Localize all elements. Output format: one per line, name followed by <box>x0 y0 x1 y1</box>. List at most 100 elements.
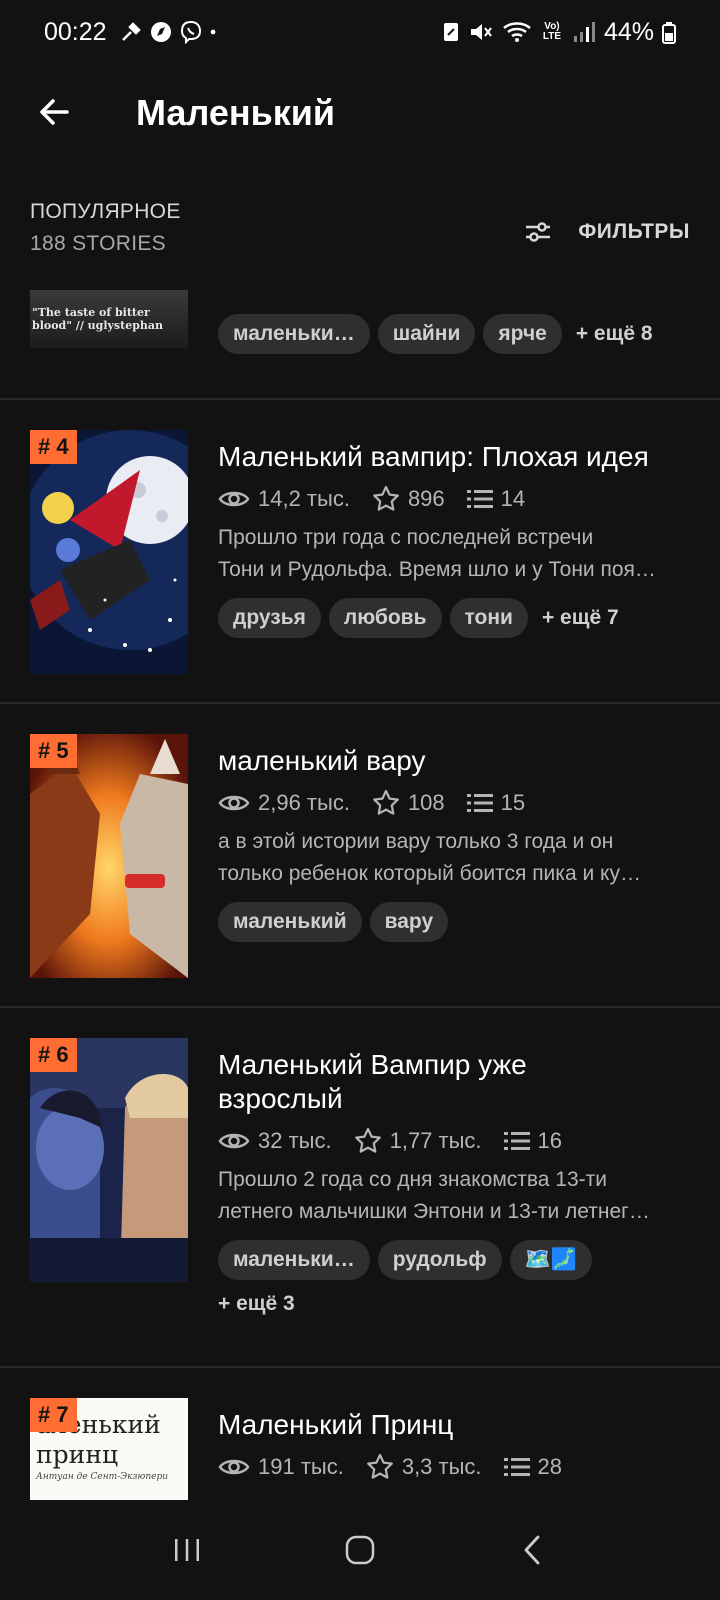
home-button[interactable] <box>330 1520 390 1580</box>
more-tags-link[interactable]: + ещё 3 <box>218 1292 295 1315</box>
eye-icon <box>218 1459 250 1475</box>
more-tags-link[interactable]: + ещё 7 <box>542 606 619 630</box>
eye-icon <box>218 491 250 507</box>
arrow-left-icon <box>40 99 69 125</box>
cover-author: Антуан де Сент-Экзюпери <box>36 1472 169 1482</box>
story-title[interactable]: Маленький Принц <box>218 1408 698 1442</box>
parts-stat: 16 <box>503 1128 563 1154</box>
home-icon <box>345 1535 375 1565</box>
tag[interactable]: тони <box>449 598 528 638</box>
rank-badge: # 4 <box>30 430 77 464</box>
tag[interactable]: ярче <box>483 314 562 354</box>
story-stats: 191 тыс. 3,3 тыс. 28 <box>218 1452 698 1482</box>
story-cover: # 4 <box>30 430 188 674</box>
description-line: Прошло три года с последней встречи <box>218 526 594 549</box>
cover-art <box>30 734 188 978</box>
volte-icon: Vo) LTE <box>542 21 562 42</box>
story-title[interactable]: Маленький Вампир уже взрослый <box>218 1048 618 1116</box>
rank-badge: # 7 <box>30 1398 77 1432</box>
story-cover: аленький принц Антуан де Сент-Экзюпери #… <box>30 1398 188 1500</box>
reads-count: 2,96 тыс. <box>258 790 350 815</box>
votes-stat: 3,3 тыс. <box>366 1453 482 1481</box>
tag[interactable]: любовь <box>328 598 442 638</box>
tag[interactable]: маленьки… <box>218 1240 370 1280</box>
status-right-icons: Vo) LTE 44% <box>442 18 676 47</box>
star-icon <box>354 1127 381 1153</box>
description-line: Тони и Рудольфа. Время шло и у Тони поя… <box>218 558 656 581</box>
star-icon <box>366 1453 393 1479</box>
parts-count: 28 <box>537 1454 563 1479</box>
rank-badge: # 5 <box>30 734 77 768</box>
filters-button[interactable]: ФИЛЬТРЫ <box>524 218 690 246</box>
reads-stat: 32 тыс. <box>218 1128 332 1154</box>
back-icon <box>524 1535 540 1565</box>
story-body: маленький вару 2,96 тыс. 108 15 а в этой… <box>218 744 698 942</box>
signal-icon <box>573 22 595 42</box>
description-line: только ребенок который боится пика и ку… <box>218 862 641 885</box>
rank-badge: # 6 <box>30 1038 77 1072</box>
votes-count: 1,77 тыс. <box>389 1128 482 1153</box>
parts-count: 16 <box>537 1128 563 1153</box>
cover-caption: "The taste of bitter blood" // uglysteph… <box>32 306 164 332</box>
tag[interactable]: вару <box>369 902 449 942</box>
reads-count: 191 тыс. <box>258 1454 344 1479</box>
tag[interactable]: 🗺️🗾 <box>509 1240 592 1280</box>
tag[interactable]: маленьки… <box>218 314 370 354</box>
recent-apps-button[interactable] <box>157 1520 217 1580</box>
story-title[interactable]: маленький вару <box>218 744 698 778</box>
tag-list: маленьки… рудольф 🗺️🗾 <box>218 1240 698 1280</box>
story-item-partial[interactable]: "The taste of bitter blood" // uglysteph… <box>0 290 720 400</box>
tools-icon <box>121 22 141 41</box>
parts-stat: 14 <box>466 486 525 512</box>
status-left-icons <box>119 20 223 44</box>
recent-apps-icon <box>174 1539 199 1561</box>
story-description: а в этой истории вару только 3 года и он… <box>218 826 698 890</box>
reads-stat: 191 тыс. <box>218 1454 344 1480</box>
votes-stat: 896 <box>372 485 445 513</box>
votes-count: 108 <box>407 790 445 815</box>
cover-art <box>30 430 188 674</box>
cover-art <box>30 1038 188 1282</box>
nfc-icon <box>443 23 458 41</box>
compass-icon <box>150 22 171 42</box>
status-bar: 00:22 Vo) LTE 44% <box>0 0 720 64</box>
more-tags-link[interactable]: + ещё 8 <box>576 322 653 346</box>
back-button[interactable] <box>32 90 76 134</box>
list-icon <box>466 794 493 812</box>
tag[interactable]: друзья <box>218 598 321 638</box>
story-description: Прошло три года с последней встречи Тони… <box>218 522 698 586</box>
more-tags-row: + ещё 3 <box>218 1292 698 1316</box>
story-cover: # 5 <box>30 734 188 978</box>
story-item[interactable]: # 5 маленький вару 2,96 тыс. 108 15 а в … <box>0 704 720 1002</box>
story-body: Маленький вампир: Плохая идея 14,2 тыс. … <box>218 440 698 638</box>
story-body: маленьки… шайни ярче + ещё 8 <box>218 314 698 354</box>
stories-list: "The taste of bitter blood" // uglysteph… <box>0 290 720 1500</box>
tag[interactable]: рудольф <box>377 1240 502 1280</box>
tag-list: маленьки… шайни ярче + ещё 8 <box>218 314 698 354</box>
tag-list: друзья любовь тони + ещё 7 <box>218 598 698 638</box>
votes-count: 3,3 тыс. <box>401 1454 482 1479</box>
viber-icon <box>180 20 201 44</box>
filters-label: ФИЛЬТРЫ <box>578 220 690 243</box>
tag[interactable]: шайни <box>377 314 476 354</box>
story-cover: "The taste of bitter blood" // uglysteph… <box>30 290 188 348</box>
list-icon <box>503 1458 530 1476</box>
votes-stat: 108 <box>372 789 445 817</box>
votes-count: 896 <box>407 486 445 511</box>
reads-stat: 2,96 тыс. <box>218 790 350 816</box>
votes-stat: 1,77 тыс. <box>354 1127 482 1155</box>
list-icon <box>466 490 493 508</box>
story-item[interactable]: аленький принц Антуан де Сент-Экзюпери #… <box>0 1368 720 1500</box>
story-item[interactable]: # 4 Маленький вампир: Плохая идея 14,2 т… <box>0 400 720 698</box>
star-icon <box>373 485 399 511</box>
tag[interactable]: маленький <box>218 902 362 942</box>
system-back-button[interactable] <box>503 1520 563 1580</box>
description-line: а в этой истории вару только 3 года и он <box>218 830 614 853</box>
battery-icon <box>662 22 676 44</box>
story-item[interactable]: # 6 Маленький Вампир уже взрослый 32 тыс… <box>0 1008 720 1364</box>
story-title[interactable]: Маленький вампир: Плохая идея <box>218 440 698 474</box>
story-stats: 14,2 тыс. 896 14 <box>218 484 698 514</box>
parts-stat: 28 <box>503 1454 563 1480</box>
battery-percent: 44% <box>603 17 654 46</box>
status-time: 00:22 <box>44 17 107 46</box>
